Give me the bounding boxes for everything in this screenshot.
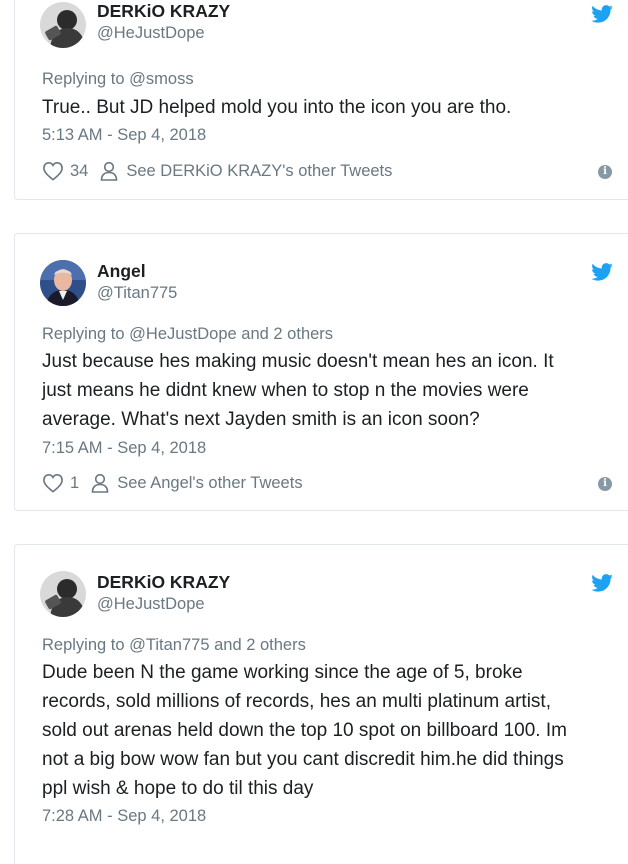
person-icon bbox=[91, 473, 109, 493]
tweet-text-line: Dude been N the game working since the a… bbox=[42, 662, 523, 683]
tweet-text-line: ppl wish & hope to do til this day bbox=[42, 778, 314, 799]
tweet-actions: 1 See Angel's other Tweets bbox=[42, 471, 303, 495]
tweet-text-line: just means he didnt knew when to stop n … bbox=[42, 380, 529, 401]
reply-context: Replying to @HeJustDope and 2 others bbox=[42, 325, 333, 344]
tweet-card: Angel @Titan775 Replying to @HeJustDope … bbox=[14, 233, 628, 511]
reply-label: Replying to bbox=[42, 70, 125, 88]
like-count[interactable]: 34 bbox=[70, 162, 88, 181]
author-name[interactable]: DERKiO KRAZY bbox=[97, 1, 230, 22]
avatar[interactable] bbox=[40, 2, 86, 48]
reply-others-link[interactable]: and 2 others bbox=[210, 636, 306, 654]
author-handle[interactable]: @HeJustDope bbox=[97, 595, 205, 614]
tweet-text: Just because hes making music doesn't me… bbox=[42, 347, 612, 434]
reply-target-link[interactable]: @Titan775 bbox=[129, 636, 209, 654]
reply-label: Replying to bbox=[42, 325, 125, 343]
reply-target-link[interactable]: @HeJustDope bbox=[129, 325, 237, 343]
tweet-text-line: sold out arenas held down the top 10 spo… bbox=[42, 720, 567, 741]
avatar[interactable] bbox=[40, 260, 86, 306]
other-tweets-link[interactable]: See Angel's other Tweets bbox=[117, 474, 302, 493]
reply-target-link[interactable]: @smoss bbox=[129, 70, 193, 88]
person-icon bbox=[101, 161, 118, 181]
twitter-bird-icon[interactable] bbox=[591, 5, 613, 23]
author-name[interactable]: DERKiO KRAZY bbox=[97, 572, 230, 593]
tweet-actions: 34 See DERKiO KRAZY's other Tweets bbox=[42, 159, 392, 183]
tweet-text: True.. But JD helped mold you into the i… bbox=[42, 97, 512, 118]
tweet-text: Dude been N the game working since the a… bbox=[42, 658, 612, 803]
tweet-text-line: not a big bow wow fan but you cant discr… bbox=[42, 749, 564, 770]
twitter-bird-icon[interactable] bbox=[591, 263, 613, 281]
tweet-card: DERKiO KRAZY @HeJustDope Replying to @sm… bbox=[14, 0, 628, 200]
tweet-timestamp[interactable]: 7:28 AM - Sep 4, 2018 bbox=[42, 807, 206, 826]
tweet-text-line: average. What's next Jayden smith is an … bbox=[42, 409, 480, 430]
other-tweets-link[interactable]: See DERKiO KRAZY's other Tweets bbox=[126, 162, 392, 181]
tweet-text-line: Just because hes making music doesn't me… bbox=[42, 351, 554, 372]
reply-context: Replying to @smoss bbox=[42, 70, 194, 89]
heart-icon[interactable] bbox=[42, 161, 64, 181]
tweet-card: DERKiO KRAZY @HeJustDope Replying to @Ti… bbox=[14, 544, 628, 864]
info-icon[interactable]: i bbox=[598, 477, 612, 491]
info-icon[interactable]: i bbox=[598, 165, 612, 179]
author-handle[interactable]: @HeJustDope bbox=[97, 24, 205, 43]
tweet-timestamp[interactable]: 7:15 AM - Sep 4, 2018 bbox=[42, 439, 206, 458]
tweet-text-line: records, sold millions of records, hes a… bbox=[42, 691, 551, 712]
reply-context: Replying to @Titan775 and 2 others bbox=[42, 636, 306, 655]
like-count[interactable]: 1 bbox=[70, 474, 79, 493]
reply-others-link[interactable]: and 2 others bbox=[237, 325, 333, 343]
author-name[interactable]: Angel bbox=[97, 261, 146, 282]
avatar[interactable] bbox=[40, 571, 86, 617]
twitter-bird-icon[interactable] bbox=[591, 574, 613, 592]
heart-icon[interactable] bbox=[42, 473, 64, 493]
tweet-timestamp[interactable]: 5:13 AM - Sep 4, 2018 bbox=[42, 126, 206, 145]
reply-label: Replying to bbox=[42, 636, 125, 654]
author-handle[interactable]: @Titan775 bbox=[97, 284, 177, 303]
